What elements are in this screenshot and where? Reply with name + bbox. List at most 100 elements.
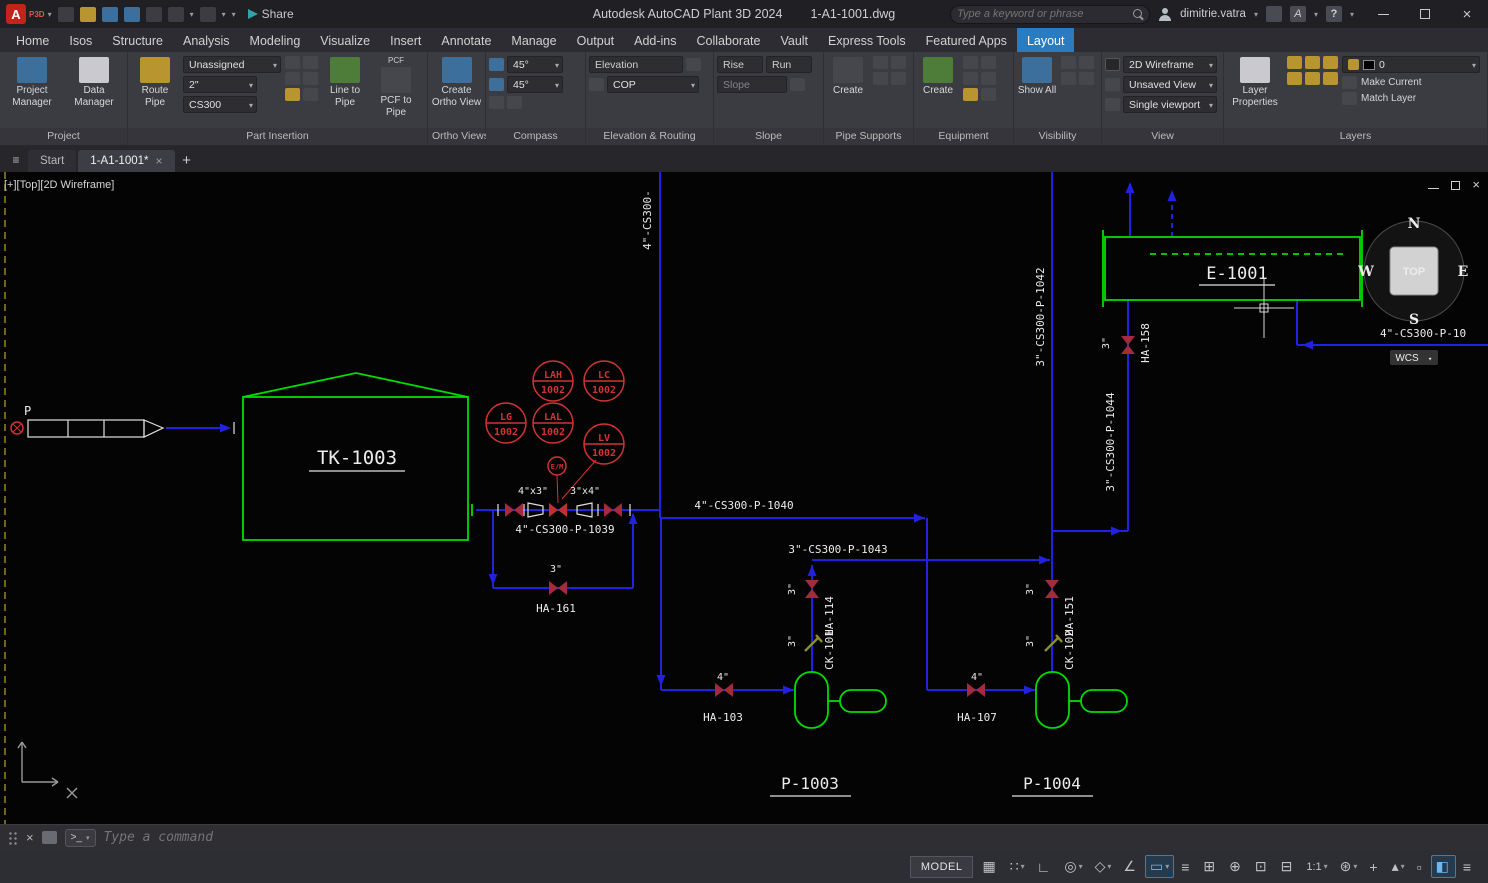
routing-reference-icon[interactable] xyxy=(589,78,604,91)
tab-manage[interactable]: Manage xyxy=(501,28,566,52)
user-avatar-icon[interactable] xyxy=(1158,7,1172,21)
layer-lock-icon[interactable] xyxy=(1287,72,1302,85)
save-icon[interactable] xyxy=(102,7,118,22)
create-pipe-support-button[interactable]: Create xyxy=(827,56,869,97)
show-all-button[interactable]: Show All xyxy=(1017,56,1057,97)
layer-off-icon[interactable] xyxy=(1287,56,1302,69)
polar-tracking-icon[interactable]: ◎▾ xyxy=(1059,855,1087,878)
tab-layout[interactable]: Layout xyxy=(1017,28,1075,52)
attach-equipment-icon[interactable] xyxy=(963,72,978,85)
file-tab-start[interactable]: Start xyxy=(28,150,76,172)
application-menu-button[interactable]: A P3D ▾ xyxy=(6,4,52,24)
viewport-controls[interactable]: [+][Top][2D Wireframe] xyxy=(4,179,114,191)
close-tab-icon[interactable] xyxy=(155,154,162,168)
model-space-button[interactable]: MODEL xyxy=(910,856,974,878)
annotation-monitor-icon[interactable]: + xyxy=(1364,856,1384,878)
layer-isolate-icon[interactable] xyxy=(1305,56,1320,69)
new-drawing-tab-button[interactable] xyxy=(177,150,197,170)
edit-support-icon[interactable] xyxy=(873,72,888,85)
line-to-pipe-button[interactable]: Line to Pipe xyxy=(322,56,368,108)
cut-pipe-icon[interactable] xyxy=(285,56,300,69)
show-selected-icon[interactable] xyxy=(1079,56,1094,69)
customization-icon[interactable]: ≡ xyxy=(1458,856,1478,878)
tab-output[interactable]: Output xyxy=(567,28,625,52)
isometric-drafting-icon[interactable]: ◇▾ xyxy=(1090,855,1117,878)
share-button[interactable]: Share xyxy=(248,7,294,21)
create-ortho-view-button[interactable]: Create Ortho View xyxy=(431,56,482,108)
file-tab-drawing[interactable]: 1-A1-1001* xyxy=(78,150,174,172)
dynamic-input-icon[interactable]: ⊡ xyxy=(1250,855,1274,878)
tab-insert[interactable]: Insert xyxy=(380,28,431,52)
stub-in-icon[interactable] xyxy=(303,72,318,85)
command-input[interactable] xyxy=(104,830,1480,845)
wcs-menu[interactable]: WCS ▾ xyxy=(1390,350,1438,365)
undo-icon[interactable] xyxy=(168,7,184,22)
undo-chevron-icon[interactable]: ▾ xyxy=(190,10,194,19)
tab-express-tools[interactable]: Express Tools xyxy=(818,28,916,52)
layer-properties-button[interactable]: Layer Properties xyxy=(1227,56,1283,108)
save-all-icon[interactable] xyxy=(124,7,140,22)
tab-featured-apps[interactable]: Featured Apps xyxy=(916,28,1017,52)
equipment-settings-icon[interactable] xyxy=(981,88,996,101)
minimize-button[interactable] xyxy=(1362,0,1404,28)
pipe-size-dropdown[interactable]: 2" xyxy=(183,76,257,93)
search-icon[interactable] xyxy=(1133,9,1143,19)
object-snap-tracking-icon[interactable]: ∠ xyxy=(1118,855,1143,878)
compass-display-icon[interactable] xyxy=(507,96,522,109)
help-search-box[interactable] xyxy=(950,5,1150,24)
pipe-bend-icon[interactable] xyxy=(285,88,300,101)
command-line-close-icon[interactable] xyxy=(26,830,34,845)
pipe-assignment-dropdown[interactable]: Unassigned xyxy=(183,56,281,73)
redo-icon[interactable] xyxy=(200,7,216,22)
viewport-restore-icon[interactable] xyxy=(1451,181,1460,190)
graphics-performance-icon[interactable]: ◧ xyxy=(1431,855,1456,878)
selection-cycling-icon[interactable]: ⊞ xyxy=(1198,855,1222,878)
modify-equipment-icon[interactable] xyxy=(963,56,978,69)
snap-mode-icon[interactable]: ∷▾ xyxy=(1005,855,1030,878)
convert-equipment-icon[interactable] xyxy=(981,56,996,69)
instrument-bubbles[interactable]: LAH 1002 LC 1002 LG 1002 LAL 1002 LV xyxy=(486,361,624,503)
pipe-spec-dropdown[interactable]: CS300 xyxy=(183,96,257,113)
help-chevron-icon[interactable]: ▾ xyxy=(1350,10,1354,19)
attach-support-icon[interactable] xyxy=(873,56,888,69)
pump-p-1003[interactable] xyxy=(795,672,886,728)
project-manager-button[interactable]: Project Manager xyxy=(3,56,61,108)
tab-isos[interactable]: Isos xyxy=(59,28,102,52)
tab-home[interactable]: Home xyxy=(6,28,59,52)
maximize-button[interactable] xyxy=(1404,0,1446,28)
slope-rise-field[interactable]: Rise xyxy=(717,56,763,73)
viewport-config-dropdown[interactable]: Single viewport xyxy=(1123,96,1217,113)
tab-visualize[interactable]: Visualize xyxy=(310,28,380,52)
slope-value-field[interactable]: Slope xyxy=(717,76,787,93)
lineweight-icon[interactable]: ≡ xyxy=(1176,856,1196,878)
viewport-minimize-icon[interactable] xyxy=(1428,181,1439,189)
open-folder-icon[interactable] xyxy=(80,7,96,22)
tab-vault[interactable]: Vault xyxy=(770,28,818,52)
viewcube[interactable]: N W E S TOP WCS ▾ xyxy=(1357,216,1468,365)
slope-run-field[interactable]: Run xyxy=(766,56,812,73)
pump-p-1004[interactable] xyxy=(1036,672,1127,728)
signed-in-user[interactable]: dimitrie.vatra xyxy=(1180,8,1246,20)
compass-plane-icon[interactable] xyxy=(489,96,504,109)
command-prompt-icon[interactable] xyxy=(65,829,96,847)
compass-tick-icon[interactable] xyxy=(489,78,504,91)
dynamic-ucs-icon[interactable]: ⊕ xyxy=(1224,855,1248,878)
compass-toggle-icon[interactable] xyxy=(489,58,504,71)
route-pipe-button[interactable]: Route Pipe xyxy=(131,56,179,108)
layer-dropdown[interactable]: 0 xyxy=(1342,56,1480,73)
support-settings-icon[interactable] xyxy=(891,72,906,85)
tab-structure[interactable]: Structure xyxy=(102,28,173,52)
tab-addins[interactable]: Add-ins xyxy=(624,28,686,52)
named-view-dropdown[interactable]: Unsaved View xyxy=(1123,76,1217,93)
cop-bop-dropdown[interactable]: COP xyxy=(607,76,699,93)
weld-icon[interactable] xyxy=(303,88,318,101)
create-equipment-button[interactable]: Create xyxy=(917,56,959,97)
annotation-scale-icon[interactable]: 1:1▾ xyxy=(1301,858,1332,876)
match-layer-button[interactable]: Match Layer xyxy=(1342,92,1480,105)
add-elbow-icon[interactable] xyxy=(285,72,300,85)
home-elevation-icon[interactable] xyxy=(686,58,701,71)
tab-modeling[interactable]: Modeling xyxy=(240,28,311,52)
close-button[interactable] xyxy=(1446,0,1488,28)
search-input[interactable] xyxy=(957,8,1133,20)
compass-increment-dropdown[interactable]: 45° xyxy=(507,76,563,93)
